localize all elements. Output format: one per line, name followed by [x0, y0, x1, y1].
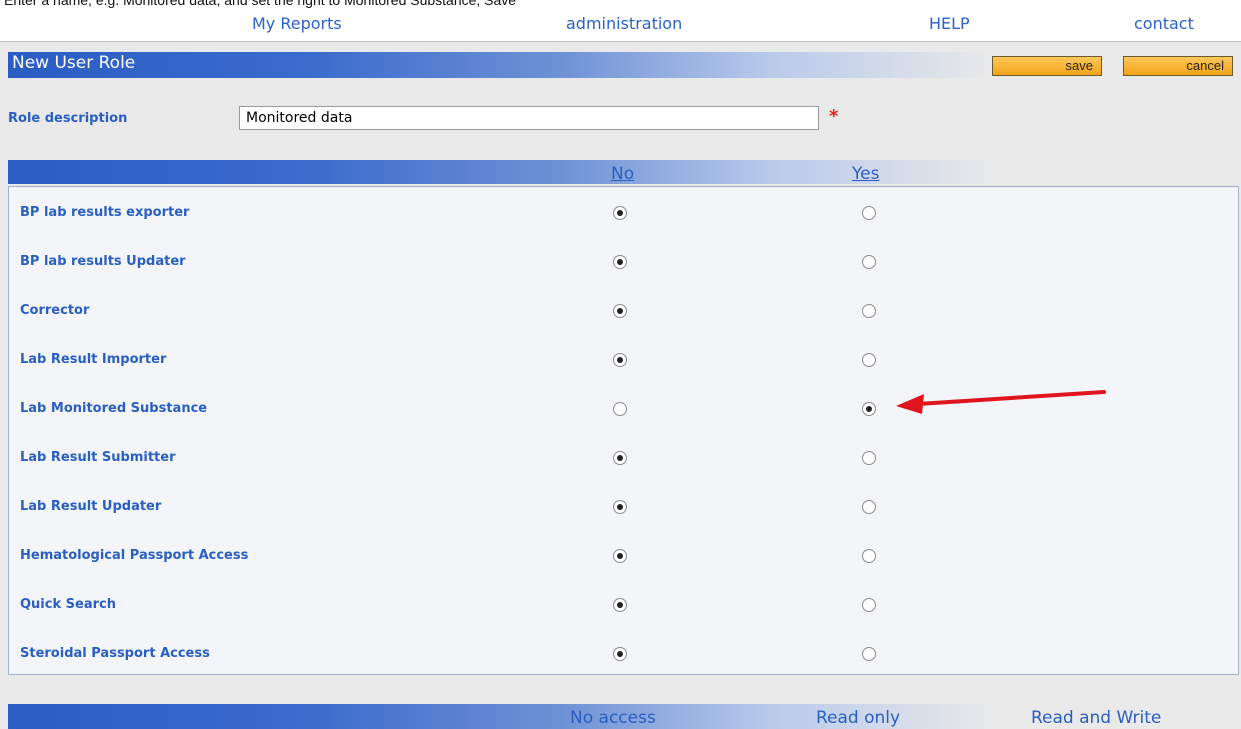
permission-row: Lab Result Submitter [9, 434, 1240, 483]
radio-yes[interactable] [862, 353, 876, 367]
role-description-input[interactable] [239, 106, 819, 130]
radio-no[interactable] [613, 500, 627, 514]
permission-row: BP lab results Updater [9, 238, 1240, 287]
page-title: New User Role [12, 53, 136, 73]
permission-label: Hematological Passport Access [20, 548, 249, 563]
permission-label: BP lab results Updater [20, 254, 186, 269]
save-button[interactable]: save [992, 56, 1102, 76]
permission-label: BP lab results exporter [20, 205, 190, 220]
radio-yes[interactable] [862, 255, 876, 269]
radio-no[interactable] [613, 206, 627, 220]
radio-no[interactable] [613, 549, 627, 563]
radio-no[interactable] [613, 304, 627, 318]
instruction-text: Enter a name, e.g. Monitored data, and s… [4, 0, 517, 8]
cancel-button[interactable]: cancel [1123, 56, 1233, 76]
radio-yes[interactable] [862, 451, 876, 465]
radio-no[interactable] [613, 451, 627, 465]
required-marker: * [829, 106, 839, 127]
column-yes-header[interactable]: Yes [852, 164, 879, 184]
permission-label: Lab Result Updater [20, 499, 162, 514]
permission-row: Steroidal Passport Access [9, 630, 1240, 679]
permission-row: Hematological Passport Access [9, 532, 1240, 581]
radio-no[interactable] [613, 598, 627, 612]
permission-label: Steroidal Passport Access [20, 646, 210, 661]
permission-row: Corrector [9, 287, 1240, 336]
radio-yes[interactable] [862, 549, 876, 563]
permission-label: Lab Result Importer [20, 352, 167, 367]
permission-label: Lab Result Submitter [20, 450, 176, 465]
radio-no[interactable] [613, 353, 627, 367]
radio-no[interactable] [613, 647, 627, 661]
permission-row: Quick Search [9, 581, 1240, 630]
permission-label: Lab Monitored Substance [20, 401, 208, 416]
permission-row: Lab Result Importer [9, 336, 1240, 385]
permission-row: Lab Result Updater [9, 483, 1240, 532]
nav-my-reports[interactable]: My Reports [252, 14, 342, 33]
radio-yes[interactable] [862, 647, 876, 661]
permission-row: BP lab results exporter [9, 189, 1240, 238]
nav-administration[interactable]: administration [566, 14, 682, 33]
red-arrow-annotation [896, 390, 1106, 414]
radio-yes[interactable] [862, 402, 876, 416]
radio-yes[interactable] [862, 598, 876, 612]
radio-yes[interactable] [862, 500, 876, 514]
nav-help[interactable]: HELP [929, 14, 970, 33]
radio-yes[interactable] [862, 206, 876, 220]
permission-label: Quick Search [20, 597, 116, 612]
role-description-label: Role description [8, 111, 128, 126]
save-button-label: save [1065, 58, 1093, 73]
column-no-header[interactable]: No [611, 164, 634, 184]
footer-read-write: Read and Write [1031, 708, 1162, 728]
footer-no-access: No access [570, 708, 656, 728]
radio-no[interactable] [613, 255, 627, 269]
permission-label: Corrector [20, 303, 90, 318]
radio-yes[interactable] [862, 304, 876, 318]
top-nav-strip: Enter a name, e.g. Monitored data, and s… [0, 0, 1241, 42]
cancel-button-label: cancel [1186, 58, 1224, 73]
permissions-list: BP lab results exporter BP lab results Up… [8, 186, 1239, 675]
nav-contact[interactable]: contact [1134, 14, 1194, 33]
footer-read-only: Read only [816, 708, 901, 728]
radio-no[interactable] [613, 402, 627, 416]
